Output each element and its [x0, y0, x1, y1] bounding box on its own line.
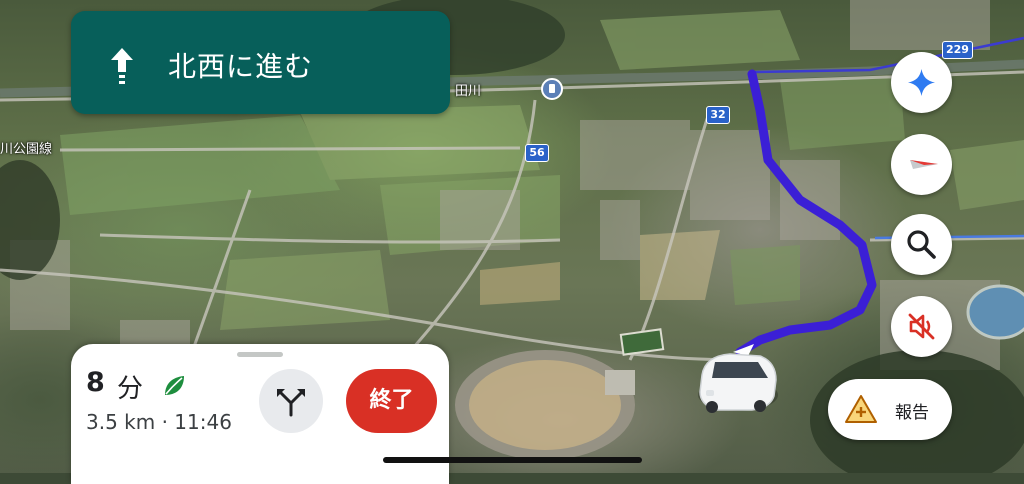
alternate-routes-button[interactable] — [259, 369, 323, 433]
mute-button[interactable] — [891, 296, 952, 357]
report-warning-icon — [845, 395, 877, 423]
direction-banner[interactable]: 北西に進む — [71, 11, 450, 114]
report-label: 報告 — [895, 403, 929, 423]
trip-panel[interactable]: 8 分 3.5 km · 11:46 終了 — [71, 344, 449, 484]
fork-arrows-icon — [277, 389, 305, 417]
report-button[interactable]: 報告 — [828, 379, 952, 440]
sparkle-icon — [908, 69, 935, 96]
eta-unit: 分 — [117, 374, 144, 404]
route-shield-32[interactable]: 32 — [706, 106, 730, 124]
compass-button[interactable] — [891, 134, 952, 195]
park-line-label: 川公園線 — [0, 142, 53, 157]
end-navigation-button[interactable]: 終了 — [346, 369, 437, 433]
direction-instruction: 北西に進む — [168, 50, 314, 83]
search-icon — [907, 230, 936, 259]
search-button[interactable] — [891, 214, 952, 275]
gas-station-pin-icon[interactable] — [541, 78, 563, 100]
distance-arrival: 3.5 km · 11:46 — [86, 410, 232, 434]
eta-minutes: 8 — [86, 367, 105, 398]
drag-handle[interactable] — [237, 352, 283, 357]
leaf-icon — [165, 376, 184, 395]
route-shield-56[interactable]: 56 — [525, 144, 549, 162]
volume-off-icon — [908, 313, 935, 340]
compass-icon — [910, 160, 938, 169]
river-label: 田川 — [455, 84, 482, 99]
home-indicator[interactable] — [383, 457, 642, 463]
car-marker — [698, 353, 778, 413]
straight-arrow-icon — [111, 48, 133, 84]
gemini-button[interactable] — [891, 52, 952, 113]
